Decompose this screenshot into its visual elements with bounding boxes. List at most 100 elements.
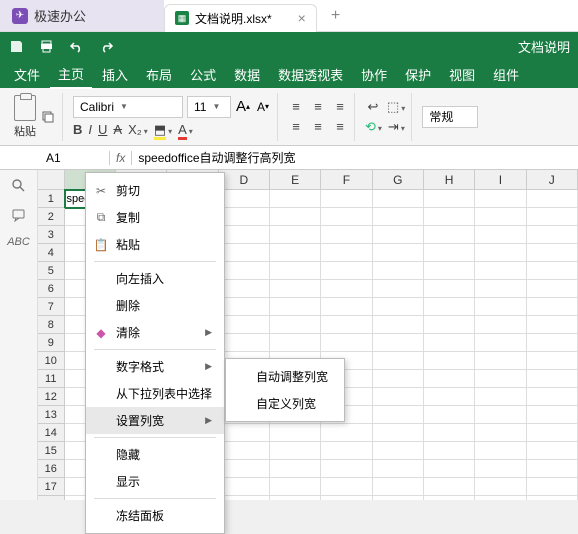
menu-7[interactable]: 协作	[353, 61, 395, 88]
cell[interactable]	[424, 262, 475, 280]
row-header-14[interactable]: 14	[38, 424, 65, 442]
cell[interactable]	[475, 316, 526, 334]
cell[interactable]	[373, 298, 424, 316]
cell[interactable]	[475, 190, 526, 208]
fx-icon[interactable]: fx	[110, 151, 132, 165]
bold-button[interactable]: B	[73, 122, 82, 137]
row-header-11[interactable]: 11	[38, 370, 65, 388]
col-header-D[interactable]: D	[219, 170, 270, 189]
cell[interactable]	[475, 388, 526, 406]
cell[interactable]	[475, 280, 526, 298]
menu-0[interactable]: 文件	[6, 61, 48, 88]
menu-8[interactable]: 保护	[397, 61, 439, 88]
italic-button[interactable]: I	[88, 122, 92, 137]
cell[interactable]	[424, 424, 475, 442]
cell[interactable]	[321, 442, 372, 460]
close-icon[interactable]: ×	[298, 10, 306, 26]
row-header-7[interactable]: 7	[38, 298, 65, 316]
cell[interactable]	[219, 262, 270, 280]
cell[interactable]	[270, 496, 321, 500]
cell[interactable]	[270, 424, 321, 442]
search-icon[interactable]	[11, 178, 26, 193]
align-center-icon[interactable]: ≡	[310, 119, 326, 135]
row-header-6[interactable]: 6	[38, 280, 65, 298]
cell[interactable]	[527, 226, 578, 244]
cell[interactable]	[373, 388, 424, 406]
cell[interactable]	[424, 244, 475, 262]
merge-cells-button[interactable]: ⬚▾	[387, 99, 405, 115]
copy-icon[interactable]	[40, 109, 56, 125]
cell[interactable]	[219, 280, 270, 298]
subscript-button[interactable]: X₂▾	[128, 122, 148, 137]
cell[interactable]	[321, 334, 372, 352]
cell[interactable]	[219, 496, 270, 500]
cell[interactable]	[373, 262, 424, 280]
cell[interactable]	[424, 442, 475, 460]
ctx-pick-from-list[interactable]: 从下拉列表中选择	[86, 380, 224, 407]
row-header-13[interactable]: 13	[38, 406, 65, 424]
cell[interactable]	[475, 262, 526, 280]
ctx-copy[interactable]: ⧉复制	[86, 204, 224, 231]
cell[interactable]	[424, 370, 475, 388]
cell[interactable]	[475, 334, 526, 352]
cell[interactable]	[219, 190, 270, 208]
cell[interactable]	[475, 226, 526, 244]
cell[interactable]	[321, 280, 372, 298]
cell[interactable]	[219, 424, 270, 442]
cell[interactable]	[373, 478, 424, 496]
cell[interactable]	[527, 406, 578, 424]
menu-9[interactable]: 视图	[441, 61, 483, 88]
cell[interactable]	[321, 190, 372, 208]
cell[interactable]	[475, 406, 526, 424]
cell[interactable]	[527, 424, 578, 442]
cell[interactable]	[424, 334, 475, 352]
cell[interactable]	[373, 460, 424, 478]
redo-icon[interactable]	[98, 38, 114, 54]
save-icon[interactable]	[8, 38, 24, 54]
wrap-text-icon[interactable]: ↩	[365, 99, 381, 115]
cell[interactable]	[475, 298, 526, 316]
cell[interactable]	[219, 478, 270, 496]
align-bottom-icon[interactable]: ≡	[332, 99, 348, 115]
cell[interactable]	[373, 370, 424, 388]
cell[interactable]	[373, 334, 424, 352]
cell[interactable]	[219, 298, 270, 316]
align-left-icon[interactable]: ≡	[288, 119, 304, 135]
cell[interactable]	[270, 280, 321, 298]
cell[interactable]	[270, 460, 321, 478]
col-header-H[interactable]: H	[424, 170, 475, 189]
cell[interactable]	[270, 442, 321, 460]
cell[interactable]	[373, 208, 424, 226]
spellcheck-icon[interactable]: ABC	[7, 236, 30, 248]
align-right-icon[interactable]: ≡	[332, 119, 348, 135]
ctx-column-width[interactable]: 设置列宽▶	[86, 407, 224, 434]
cell[interactable]	[270, 298, 321, 316]
cell[interactable]	[424, 496, 475, 500]
cell[interactable]	[373, 244, 424, 262]
menu-5[interactable]: 数据	[226, 61, 268, 88]
cell[interactable]	[321, 226, 372, 244]
row-header-8[interactable]: 8	[38, 316, 65, 334]
cell[interactable]	[527, 442, 578, 460]
cell[interactable]	[527, 316, 578, 334]
cell[interactable]	[219, 208, 270, 226]
name-box[interactable]: A1	[38, 151, 110, 165]
menu-3[interactable]: 布局	[138, 61, 180, 88]
cell[interactable]	[527, 370, 578, 388]
cell[interactable]	[475, 424, 526, 442]
cell[interactable]	[373, 442, 424, 460]
cell[interactable]	[270, 262, 321, 280]
row-header-18[interactable]: 18	[38, 496, 65, 500]
number-format-select[interactable]: 常规	[422, 106, 478, 128]
cell[interactable]	[321, 208, 372, 226]
cell[interactable]	[219, 460, 270, 478]
ctx-show[interactable]: 显示	[86, 468, 224, 495]
select-all-corner[interactable]	[38, 170, 65, 189]
cell[interactable]	[527, 388, 578, 406]
cell[interactable]	[424, 352, 475, 370]
row-header-2[interactable]: 2	[38, 208, 65, 226]
cell[interactable]	[321, 478, 372, 496]
cell[interactable]	[321, 244, 372, 262]
cell[interactable]	[270, 208, 321, 226]
cell[interactable]	[373, 316, 424, 334]
